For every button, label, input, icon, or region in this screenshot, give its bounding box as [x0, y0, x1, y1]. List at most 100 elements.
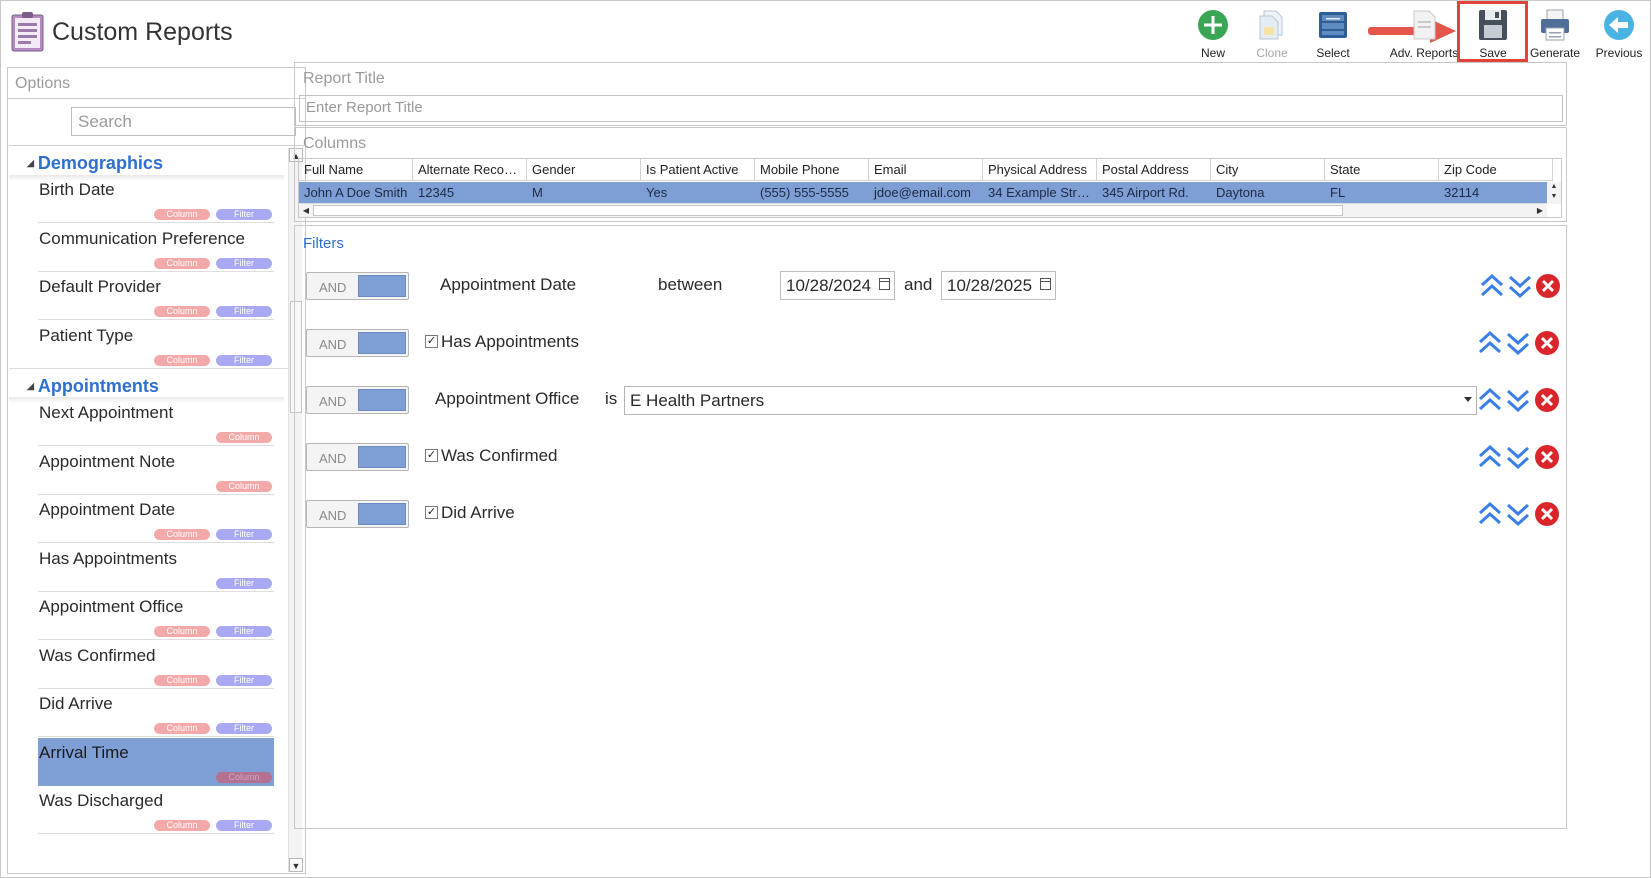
- column-tag[interactable]: Column: [154, 626, 210, 637]
- filter-tag[interactable]: Filter: [216, 578, 272, 589]
- column-tag[interactable]: Column: [216, 772, 272, 783]
- table-row[interactable]: John A Doe Smith 12345 M Yes (555) 555-5…: [299, 182, 1553, 204]
- filter-tag[interactable]: Filter: [216, 723, 272, 734]
- adv-reports-icon: [1413, 10, 1436, 40]
- and-or-toggle[interactable]: AND: [306, 329, 409, 357]
- move-up-icon[interactable]: [1479, 273, 1505, 299]
- column-tag[interactable]: Column: [154, 529, 210, 540]
- delete-icon[interactable]: [1535, 273, 1561, 299]
- previous-button[interactable]: Previous: [1586, 4, 1651, 62]
- and-or-toggle[interactable]: AND: [306, 386, 409, 414]
- option-birth-date[interactable]: Birth Date Column Filter: [38, 175, 274, 223]
- option-appointment-note[interactable]: Appointment Note Column: [38, 447, 274, 495]
- clone-button[interactable]: Clone: [1239, 4, 1305, 62]
- move-down-icon[interactable]: [1505, 444, 1531, 470]
- has-appointments-checkbox[interactable]: ✓: [425, 335, 438, 348]
- calendar-icon[interactable]: [1040, 278, 1051, 290]
- filter-tag[interactable]: Filter: [216, 258, 272, 269]
- dropdown-caret-icon[interactable]: [1464, 397, 1472, 402]
- column-header[interactable]: Postal Address: [1097, 159, 1211, 181]
- column-tag[interactable]: Column: [216, 432, 272, 443]
- option-arrival-time[interactable]: Arrival Time Column: [38, 738, 274, 786]
- option-label: Was Discharged: [39, 791, 164, 810]
- group-header-demographics[interactable]: ◢ Demographics: [27, 153, 163, 174]
- option-label: Arrival Time: [39, 743, 129, 762]
- column-header[interactable]: Email: [869, 159, 983, 181]
- filter-tag[interactable]: Filter: [216, 209, 272, 220]
- group-header-appointments[interactable]: ◢ Appointments: [27, 376, 159, 397]
- search-input[interactable]: Search: [71, 107, 296, 136]
- move-up-icon[interactable]: [1477, 501, 1503, 527]
- column-tag[interactable]: Column: [154, 258, 210, 269]
- move-down-icon[interactable]: [1505, 501, 1531, 527]
- move-down-icon[interactable]: [1505, 387, 1531, 413]
- option-label: Has Appointments: [39, 549, 177, 568]
- column-header[interactable]: Alternate Record Number: [413, 159, 527, 181]
- column-header[interactable]: Zip Code: [1439, 159, 1553, 181]
- report-title-input[interactable]: Enter Report Title: [299, 95, 1563, 122]
- option-did-arrive[interactable]: Did Arrive Column Filter: [38, 689, 274, 737]
- move-down-icon[interactable]: [1505, 330, 1531, 356]
- filter-tag[interactable]: Filter: [216, 820, 272, 831]
- date-to-input[interactable]: 10/28/2025: [941, 271, 1056, 300]
- and-or-toggle[interactable]: AND: [306, 500, 409, 528]
- filter-tag[interactable]: Filter: [216, 675, 272, 686]
- option-appointment-date[interactable]: Appointment Date Column Filter: [38, 495, 274, 543]
- option-patient-type[interactable]: Patient Type Column Filter: [38, 321, 274, 369]
- column-header[interactable]: Mobile Phone: [755, 159, 869, 181]
- and-or-toggle[interactable]: AND: [306, 443, 409, 471]
- office-select[interactable]: E Health Partners: [624, 386, 1477, 415]
- option-appointment-office[interactable]: Appointment Office Column Filter: [38, 592, 274, 640]
- move-down-icon[interactable]: [1507, 273, 1533, 299]
- adv-reports-button[interactable]: Adv. Reports: [1384, 4, 1464, 62]
- move-up-icon[interactable]: [1477, 387, 1503, 413]
- filter-tag[interactable]: Filter: [216, 306, 272, 317]
- generate-button[interactable]: Generate: [1522, 4, 1588, 62]
- scroll-right-icon[interactable]: ▶: [1533, 204, 1547, 217]
- group-label-demographics: Demographics: [37, 153, 163, 173]
- move-up-icon[interactable]: [1477, 330, 1503, 356]
- filter-joiner-label: and: [904, 275, 933, 294]
- column-tag[interactable]: Column: [154, 723, 210, 734]
- delete-icon[interactable]: [1534, 501, 1560, 527]
- calendar-icon[interactable]: [879, 278, 890, 290]
- column-tag[interactable]: Column: [154, 675, 210, 686]
- filter-tag[interactable]: Filter: [216, 529, 272, 540]
- options-list: ◢ Demographics Birth Date Column Filter C…: [9, 145, 304, 873]
- and-or-toggle[interactable]: AND: [306, 272, 409, 300]
- grid-vertical-scrollbar[interactable]: ▲ ▼: [1547, 182, 1561, 204]
- column-header[interactable]: City: [1211, 159, 1325, 181]
- column-tag[interactable]: Column: [154, 306, 210, 317]
- did-arrive-checkbox[interactable]: ✓: [425, 506, 438, 519]
- delete-icon[interactable]: [1534, 387, 1560, 413]
- scrollbar-thumb[interactable]: [313, 205, 1343, 216]
- new-button[interactable]: New: [1180, 4, 1246, 62]
- option-communication-preference[interactable]: Communication Preference Column Filter: [38, 224, 274, 272]
- move-up-icon[interactable]: [1477, 444, 1503, 470]
- delete-icon[interactable]: [1534, 330, 1560, 356]
- column-header[interactable]: Gender: [527, 159, 641, 181]
- column-header[interactable]: Is Patient Active: [641, 159, 755, 181]
- select-button[interactable]: Select: [1300, 4, 1366, 62]
- column-tag[interactable]: Column: [154, 820, 210, 831]
- scroll-down-icon[interactable]: ▼: [289, 858, 303, 872]
- column-tag[interactable]: Column: [216, 481, 272, 492]
- date-from-input[interactable]: 10/28/2024: [780, 271, 895, 300]
- column-tag[interactable]: Column: [154, 355, 210, 366]
- column-header[interactable]: Physical Address: [983, 159, 1097, 181]
- column-header[interactable]: Full Name: [299, 159, 413, 181]
- filter-tag[interactable]: Filter: [216, 626, 272, 637]
- option-next-appointment[interactable]: Next Appointment Column: [38, 398, 274, 446]
- filter-tag[interactable]: Filter: [216, 355, 272, 366]
- group-separator: [9, 368, 289, 369]
- option-default-provider[interactable]: Default Provider Column Filter: [38, 272, 274, 320]
- option-has-appointments[interactable]: Has Appointments Filter: [38, 544, 274, 592]
- scroll-left-icon[interactable]: ◀: [299, 204, 313, 217]
- grid-horizontal-scrollbar[interactable]: ◀ ▶: [299, 203, 1547, 217]
- option-was-confirmed[interactable]: Was Confirmed Column Filter: [38, 641, 274, 689]
- column-header[interactable]: State: [1325, 159, 1439, 181]
- column-tag[interactable]: Column: [154, 209, 210, 220]
- option-was-discharged[interactable]: Was Discharged Column Filter: [38, 786, 274, 834]
- delete-icon[interactable]: [1534, 444, 1560, 470]
- was-confirmed-checkbox[interactable]: ✓: [425, 449, 438, 462]
